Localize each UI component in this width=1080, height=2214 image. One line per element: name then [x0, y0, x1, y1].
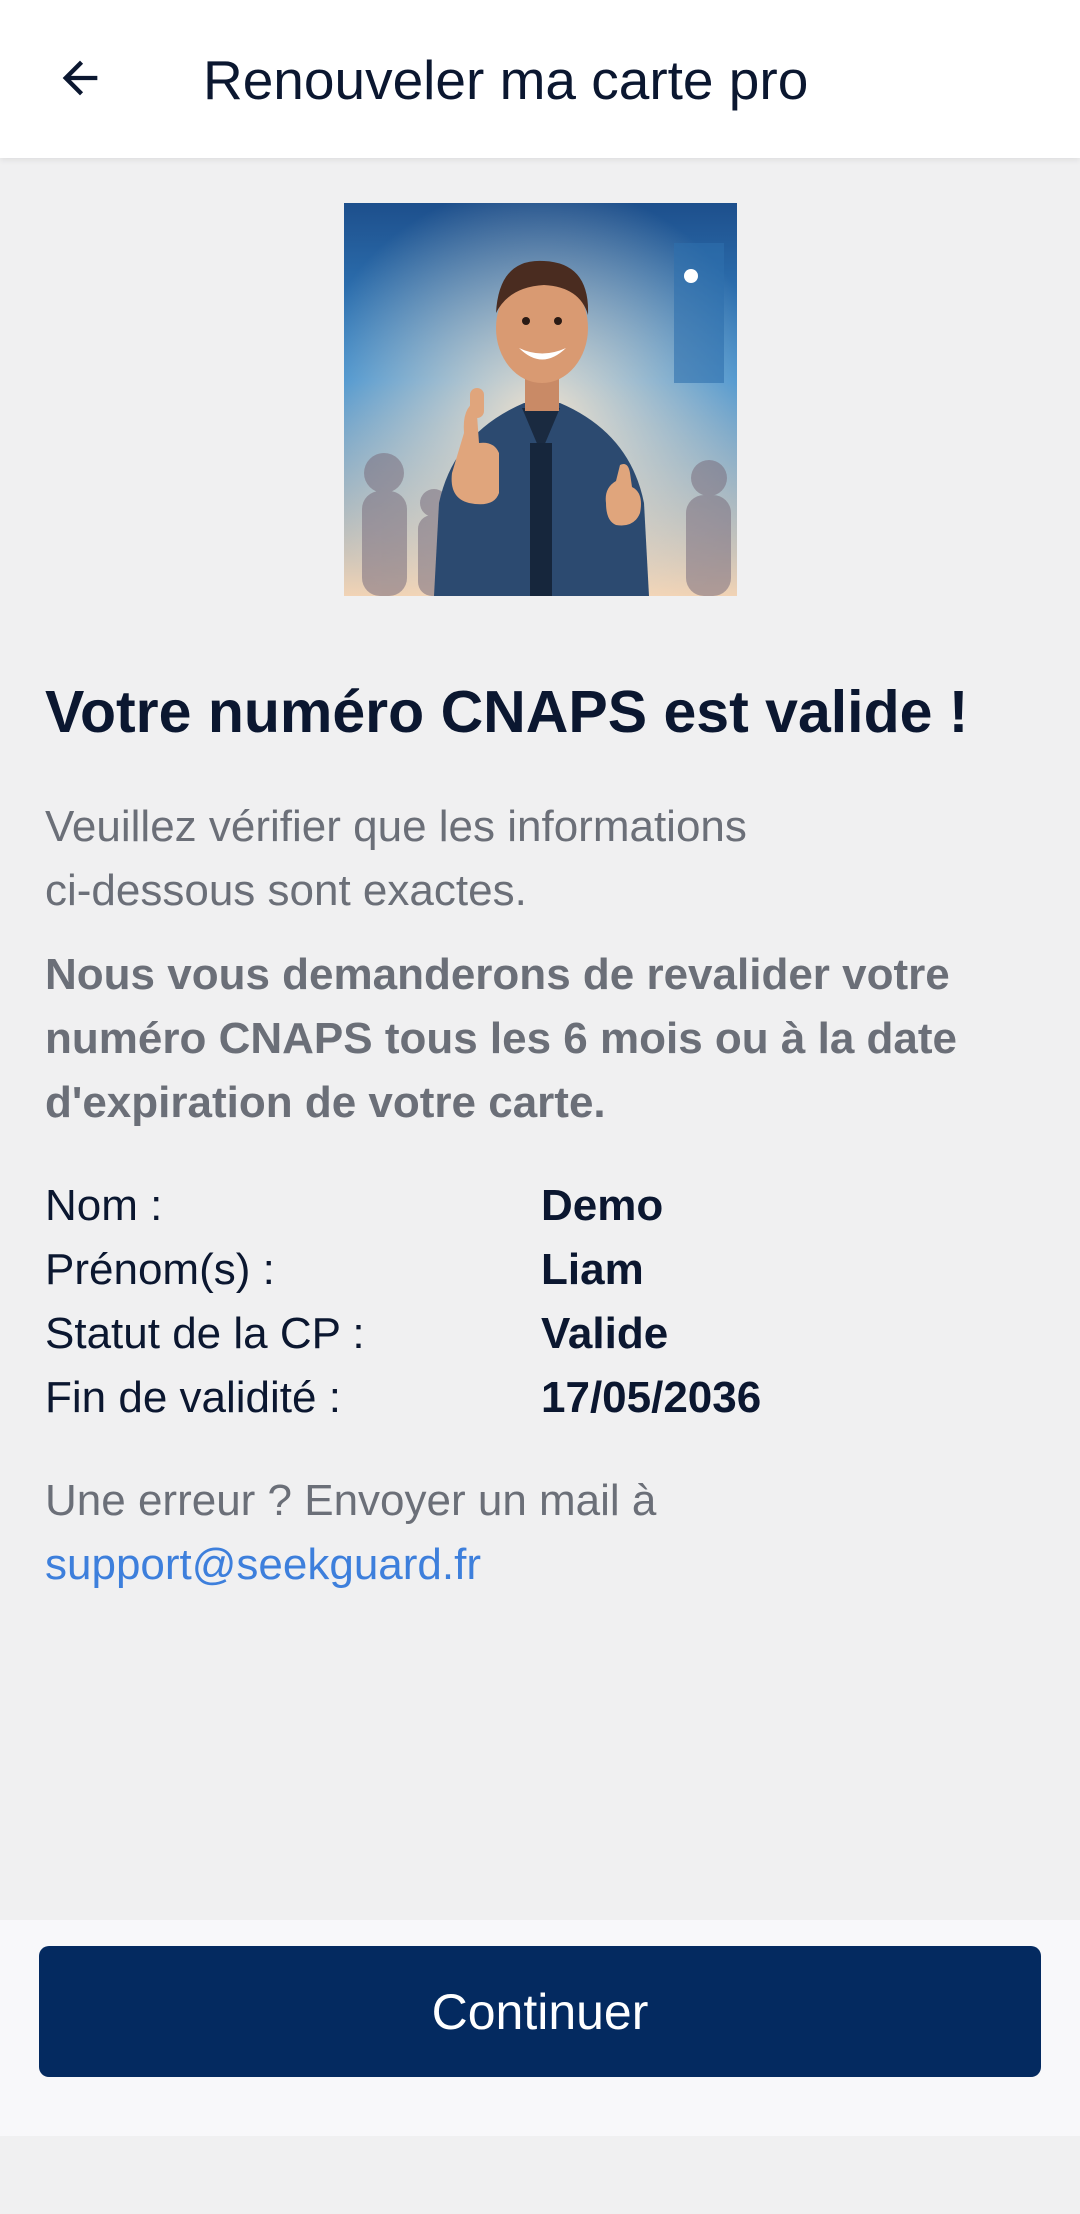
- info-label: Fin de validité :: [45, 1373, 341, 1422]
- back-button[interactable]: [38, 38, 122, 122]
- info-label: Prénom(s) :: [45, 1245, 275, 1294]
- info-row-prenom: Prénom(s) : Liam: [45, 1238, 1045, 1302]
- info-value: Liam: [541, 1245, 644, 1294]
- hero-illustration: [344, 203, 737, 596]
- intro-line-1: Veuillez vérifier que les informations: [45, 802, 747, 851]
- info-row-fin-validite: Fin de validité : 17/05/2036: [45, 1366, 1045, 1430]
- info-value: Valide: [541, 1309, 669, 1358]
- info-value: Demo: [541, 1181, 664, 1230]
- page-title: Renouveler ma carte pro: [203, 49, 809, 111]
- intro-line-2: ci-dessous sont exactes.: [45, 866, 527, 915]
- support-section: Une erreur ? Envoyer un mail à support@s…: [45, 1469, 1045, 1597]
- info-value: 17/05/2036: [541, 1373, 762, 1422]
- footer: Continuer: [0, 1920, 1080, 2136]
- support-email-link[interactable]: support@seekguard.fr: [45, 1540, 481, 1589]
- info-label: Nom :: [45, 1181, 163, 1230]
- arrow-left-icon: [54, 52, 106, 109]
- info-label: Statut de la CP :: [45, 1309, 365, 1358]
- info-row-nom: Nom : Demo: [45, 1174, 1045, 1238]
- intro-text: Veuillez vérifier que les informations c…: [45, 795, 1045, 923]
- card-info-table: Nom : Demo Prénom(s) : Liam Statut de la…: [45, 1174, 1045, 1430]
- revalidation-notice: Nous vous demanderons de revalider votre…: [45, 950, 957, 1127]
- continue-button[interactable]: Continuer: [39, 1946, 1041, 2077]
- app-bar: Renouveler ma carte pro: [0, 0, 1080, 158]
- success-headline: Votre numéro CNAPS est valide !: [45, 679, 969, 745]
- support-text: Une erreur ? Envoyer un mail à: [45, 1476, 657, 1525]
- info-row-statut: Statut de la CP : Valide: [45, 1302, 1045, 1366]
